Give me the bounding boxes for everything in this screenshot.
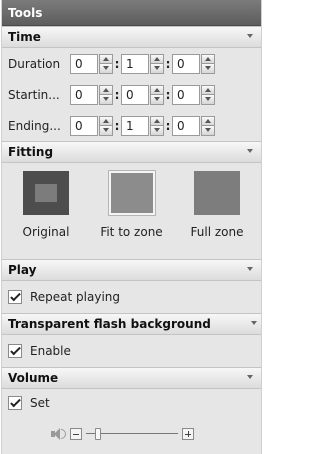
slider-thumb[interactable] — [95, 428, 101, 440]
time-separator: : — [114, 118, 120, 133]
duration-seconds-input[interactable]: 0 — [172, 53, 200, 74]
tools-panel: Tools Time Duration 0 : 1 : 0 Startin... — [1, 0, 262, 454]
decrement-button[interactable] — [150, 125, 164, 136]
fitting-options: Original Fit to zone Full zone — [2, 163, 261, 259]
starting-hours-spinner[interactable]: 0 — [70, 84, 113, 105]
ending-hours-spinner[interactable]: 0 — [70, 115, 113, 136]
section-title: Fitting — [8, 145, 54, 159]
speaker-icon — [50, 426, 66, 442]
fit-option-fit-to-zone[interactable]: Fit to zone — [94, 171, 170, 259]
section-header-fitting[interactable]: Fitting — [2, 141, 261, 163]
enable-checkbox[interactable] — [8, 344, 22, 358]
section-title: Play — [8, 263, 37, 277]
decrement-button[interactable] — [150, 63, 164, 74]
duration-seconds-spinner[interactable]: 0 — [172, 53, 215, 74]
fit-option-full-zone[interactable]: Full zone — [179, 171, 255, 259]
duration-minutes-spinner[interactable]: 1 — [121, 53, 164, 74]
starting-seconds-input[interactable]: 0 — [172, 84, 200, 105]
starting-label: Startin... — [8, 87, 60, 102]
ending-minutes-spinner[interactable]: 1 — [121, 115, 164, 136]
fit-to-zone-icon[interactable] — [108, 171, 155, 215]
set-volume-row[interactable]: Set — [2, 389, 261, 417]
time-separator: : — [165, 118, 171, 133]
ending-row: Ending... 0 : 1 : 0 — [8, 110, 255, 141]
duration-minutes-input[interactable]: 1 — [121, 53, 149, 74]
fit-option-label: Fit to zone — [100, 225, 163, 239]
increment-button[interactable] — [99, 53, 113, 63]
time-separator: : — [165, 87, 171, 102]
increment-button[interactable] — [99, 84, 113, 94]
increment-button[interactable] — [201, 84, 215, 94]
decrement-button[interactable] — [201, 125, 215, 136]
increment-button[interactable] — [99, 115, 113, 125]
volume-slider[interactable] — [86, 428, 178, 440]
section-header-play[interactable]: Play — [2, 259, 261, 281]
duration-hours-input[interactable]: 0 — [70, 53, 98, 74]
section-title: Volume — [8, 371, 59, 385]
full-zone-icon[interactable] — [194, 171, 240, 215]
repeat-playing-label: Repeat playing — [30, 290, 121, 304]
volume-control — [2, 417, 261, 451]
starting-row: Startin... 0 : 0 : 0 — [8, 79, 255, 110]
set-volume-checkbox[interactable] — [8, 396, 22, 410]
decrement-button[interactable] — [99, 63, 113, 74]
duration-hours-spinner[interactable]: 0 — [70, 53, 113, 74]
increment-button[interactable] — [150, 84, 164, 94]
ending-seconds-spinner[interactable]: 0 — [172, 115, 215, 136]
enable-row[interactable]: Enable — [2, 335, 261, 367]
decrement-button[interactable] — [201, 94, 215, 105]
time-section: Duration 0 : 1 : 0 Startin... 0 : 0: 0 … — [2, 48, 261, 141]
section-header-time[interactable]: Time — [2, 26, 261, 48]
chevron-down-icon[interactable] — [251, 321, 257, 325]
chevron-down-icon[interactable] — [247, 149, 253, 153]
ending-minutes-input[interactable]: 1 — [121, 115, 149, 136]
starting-minutes-input[interactable]: 0 — [121, 84, 149, 105]
repeat-playing-checkbox[interactable] — [8, 290, 22, 304]
starting-hours-input[interactable]: 0 — [70, 84, 98, 105]
starting-seconds-spinner[interactable]: 0 — [172, 84, 215, 105]
increment-button[interactable] — [150, 115, 164, 125]
fit-option-label: Original — [22, 225, 70, 239]
repeat-playing-row[interactable]: Repeat playing — [2, 281, 261, 313]
section-title: Time — [8, 30, 41, 44]
duration-label: Duration — [8, 56, 61, 71]
starting-minutes-spinner[interactable]: 0 — [121, 84, 164, 105]
decrement-button[interactable] — [99, 94, 113, 105]
time-separator: : — [114, 56, 120, 71]
decrement-button[interactable] — [99, 125, 113, 136]
chevron-down-icon[interactable] — [247, 375, 253, 379]
ending-seconds-input[interactable]: 0 — [172, 115, 200, 136]
increment-button[interactable] — [201, 115, 215, 125]
time-separator: : — [114, 87, 120, 102]
chevron-down-icon[interactable] — [247, 267, 253, 271]
fit-option-original[interactable]: Original — [8, 171, 84, 259]
fit-option-label: Full zone — [190, 225, 244, 239]
duration-row: Duration 0 : 1 : 0 — [8, 48, 255, 79]
decrement-button[interactable] — [201, 63, 215, 74]
volume-increase-button[interactable] — [182, 428, 194, 440]
enable-label: Enable — [30, 344, 71, 358]
ending-label: Ending... — [8, 118, 61, 133]
chevron-down-icon[interactable] — [247, 34, 253, 38]
ending-hours-input[interactable]: 0 — [70, 115, 98, 136]
decrement-button[interactable] — [150, 94, 164, 105]
set-volume-label: Set — [30, 396, 50, 410]
time-separator: : — [165, 56, 171, 71]
section-header-volume[interactable]: Volume — [2, 367, 261, 389]
increment-button[interactable] — [201, 53, 215, 63]
increment-button[interactable] — [150, 53, 164, 63]
fit-original-icon[interactable] — [23, 171, 69, 215]
section-title: Transparent flash background — [8, 317, 211, 331]
volume-decrease-button[interactable] — [70, 428, 82, 440]
section-header-flash[interactable]: Transparent flash background — [2, 313, 261, 335]
panel-title: Tools — [2, 0, 261, 26]
